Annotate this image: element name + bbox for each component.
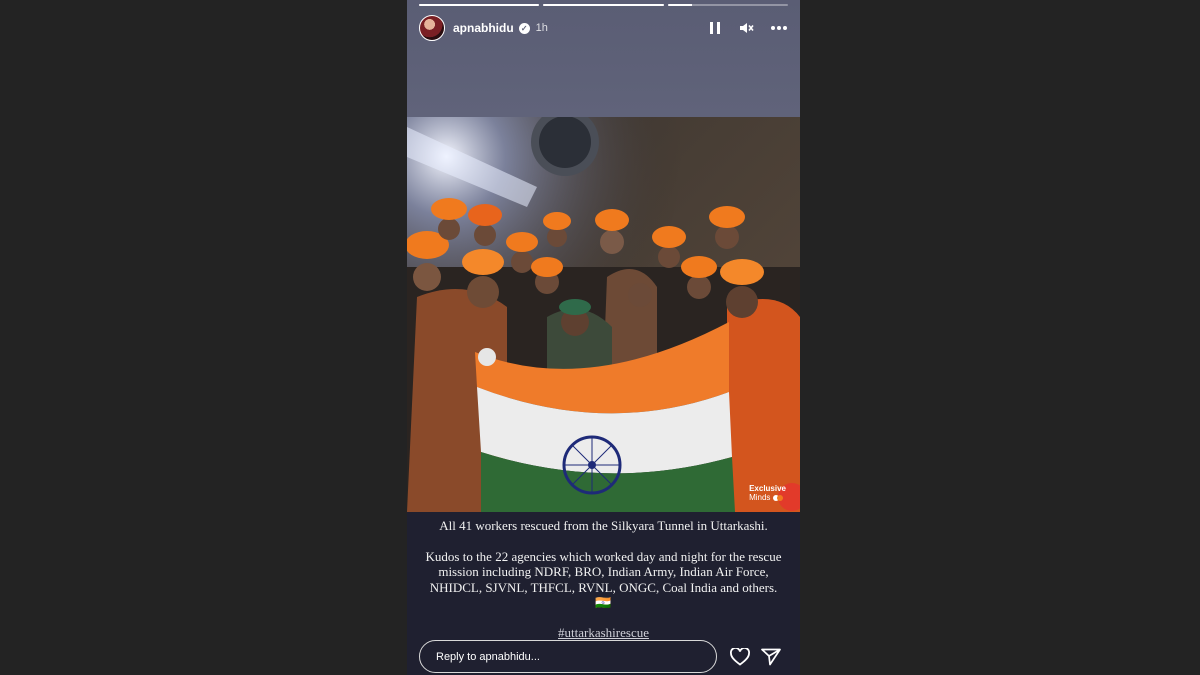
username[interactable]: apnabhidu [453, 21, 514, 35]
progress-segment [667, 4, 788, 6]
story-viewer[interactable]: apnabhidu ✓ 1h Exclusive Minds All 41 wo… [407, 0, 800, 675]
speaker-muted-icon[interactable] [738, 19, 756, 37]
hashtag-link[interactable]: #uttarkashirescue [407, 625, 800, 641]
reply-placeholder: Reply to apnabhidu... [436, 650, 540, 663]
watermark-logo: Exclusive Minds [749, 484, 786, 502]
story-controls [706, 19, 788, 37]
pause-icon[interactable] [706, 19, 724, 37]
progress-segment [543, 4, 664, 6]
more-options-icon[interactable] [770, 19, 788, 37]
verified-badge-icon: ✓ [518, 22, 530, 34]
reply-input[interactable]: Reply to apnabhidu... [419, 640, 717, 673]
caption-line: All 41 workers rescued from the Silkyara… [439, 518, 768, 533]
heart-icon[interactable] [729, 646, 751, 668]
timestamp: 1h [535, 22, 548, 34]
caption-line: Kudos to the 22 agencies which worked da… [425, 548, 782, 611]
story-progress-bar [419, 4, 788, 6]
avatar[interactable] [419, 15, 445, 41]
story-photo: Exclusive Minds [407, 117, 800, 512]
story-header: apnabhidu ✓ 1h [419, 14, 788, 42]
rescued-workers-photo [407, 117, 800, 512]
story-caption: All 41 workers rescued from the Silkyara… [407, 518, 800, 611]
progress-segment [419, 4, 540, 6]
send-icon[interactable] [760, 646, 782, 668]
